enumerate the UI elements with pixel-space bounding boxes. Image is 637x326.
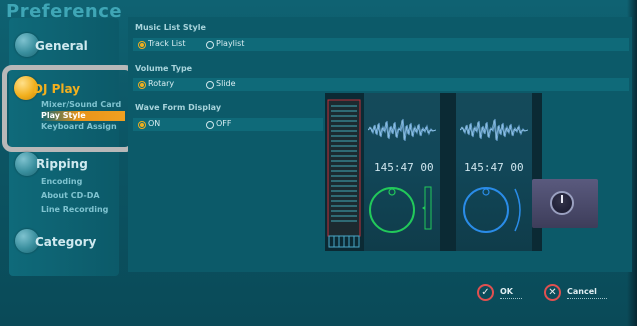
deck-a: 145:47 00: [364, 93, 440, 251]
deck-b-waveform: [460, 118, 528, 142]
close-icon: ✕: [544, 284, 561, 301]
deck-b-time: 145:47 00: [464, 161, 524, 174]
cancel-label: Cancel: [567, 287, 607, 299]
nav-item-line-recording[interactable]: Line Recording: [41, 205, 108, 215]
deck-b-platter: [463, 187, 521, 233]
radio-slide[interactable]: [206, 81, 214, 89]
option-wave-off[interactable]: OFF: [216, 119, 232, 128]
level-meter: [327, 99, 361, 248]
nav-ripping[interactable]: Ripping: [36, 157, 88, 171]
volume-knob-preview: [532, 179, 598, 228]
check-icon: ✓: [477, 284, 494, 301]
skin-preview: 145:47 00 145:47 00: [325, 93, 542, 251]
option-rotary[interactable]: Rotary: [148, 79, 174, 88]
nav-item-about-cd-da[interactable]: About CD-DA: [41, 191, 100, 201]
nav-category[interactable]: Category: [35, 235, 96, 249]
deck-a-platter: [369, 186, 432, 233]
wave-form-display-label: Wave Form Display: [135, 103, 222, 112]
nav-general[interactable]: General: [35, 39, 88, 53]
deck-a-waveform: [368, 118, 436, 142]
radio-track-list[interactable]: [138, 41, 146, 49]
ok-label: OK: [500, 287, 522, 299]
option-wave-on[interactable]: ON: [148, 119, 160, 128]
nav-item-encoding[interactable]: Encoding: [41, 177, 82, 187]
radio-rotary[interactable]: [138, 81, 146, 89]
option-track-list[interactable]: Track List: [148, 39, 185, 48]
ok-button[interactable]: ✓ OK: [477, 284, 522, 301]
music-list-style-label: Music List Style: [135, 23, 206, 32]
cancel-button[interactable]: ✕ Cancel: [544, 284, 607, 301]
radio-playlist[interactable]: [206, 41, 214, 49]
radio-wave-on[interactable]: [138, 121, 146, 129]
deck-a-time: 145:47 00: [374, 161, 434, 174]
selection-highlight: [2, 65, 135, 152]
volume-type-label: Volume Type: [135, 64, 193, 73]
rotary-knob-icon: [550, 191, 574, 215]
option-slide[interactable]: Slide: [216, 79, 236, 88]
option-playlist[interactable]: Playlist: [216, 39, 244, 48]
radio-wave-off[interactable]: [206, 121, 214, 129]
deck-b: 145:47 00: [456, 93, 532, 251]
